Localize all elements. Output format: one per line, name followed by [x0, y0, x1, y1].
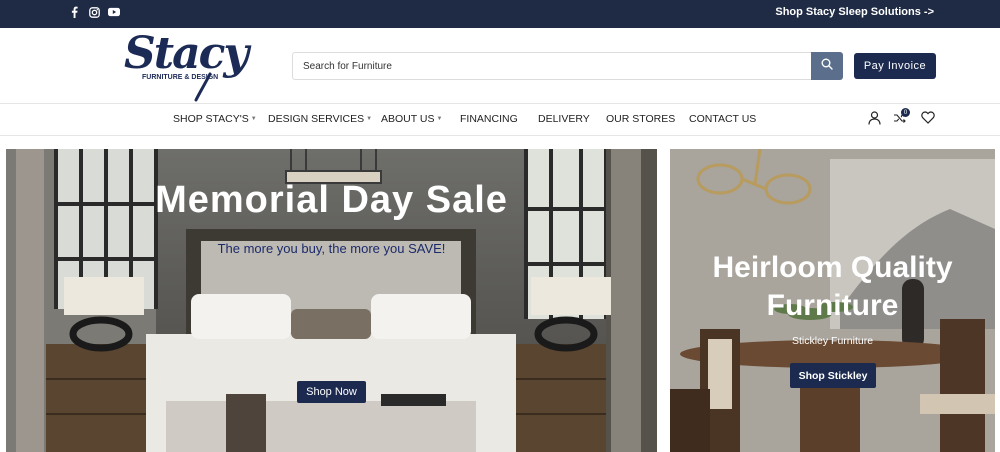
nav-item-financing[interactable]: FINANCING — [460, 113, 518, 125]
social-links — [68, 6, 120, 18]
logo[interactable]: Stacy FURNITURE & DESIGN — [120, 28, 249, 102]
logo-tagline: FURNITURE & DESIGN — [142, 74, 219, 81]
account-button[interactable] — [866, 110, 882, 130]
search-input[interactable] — [292, 52, 812, 80]
chevron-down-icon: ▼ — [250, 116, 257, 122]
hero-banner-memorial-day[interactable]: Memorial Day Sale The more you buy, the … — [6, 149, 657, 452]
hero-title: Memorial Day Sale — [155, 179, 508, 221]
nav-item-shop-stacys[interactable]: SHOP STACY'S ▼ — [173, 113, 257, 125]
hero-right-subtitle: Stickley Furniture — [791, 335, 874, 347]
pay-invoice-button[interactable]: Pay Invoice — [854, 53, 936, 79]
top-bar: Shop Stacy Sleep Solutions -> — [0, 0, 1000, 28]
nav-label: SHOP STACY'S — [173, 113, 249, 125]
main-nav: SHOP STACY'S ▼ DESIGN SERVICES ▼ ABOUT US ▼… — [0, 104, 1000, 136]
nav-label: FINANCING — [460, 113, 518, 125]
search-button[interactable] — [811, 52, 843, 80]
compare-button[interactable]: 0 — [892, 108, 910, 128]
youtube-icon[interactable] — [108, 6, 120, 18]
hero-subtitle: The more you buy, the more you SAVE! — [217, 241, 446, 256]
nav-label: DELIVERY — [538, 113, 590, 125]
user-icon — [867, 110, 881, 130]
search-bar — [292, 52, 843, 80]
shop-now-button[interactable]: Shop Now — [297, 381, 366, 403]
header: Stacy FURNITURE & DESIGN Pay Invoice — [0, 28, 1000, 104]
nav-label: OUR STORES — [606, 113, 676, 125]
nav-item-our-stores[interactable]: OUR STORES — [606, 113, 675, 125]
nav-label: ABOUT US — [381, 113, 435, 125]
hero-right-title: Heirloom Quality Furniture — [712, 251, 953, 322]
shop-stickley-button[interactable]: Shop Stickley — [790, 363, 876, 388]
chevron-down-icon: ▼ — [436, 116, 443, 122]
instagram-icon[interactable] — [88, 6, 100, 18]
nav-item-delivery[interactable]: DELIVERY — [538, 113, 590, 125]
nav-label: DESIGN SERVICES — [268, 113, 365, 125]
facebook-icon[interactable] — [68, 6, 80, 18]
hero-banner-stickley[interactable]: Heirloom Quality Furniture Stickley Furn… — [670, 149, 995, 452]
nav-item-contact-us[interactable]: CONTACT US — [689, 113, 756, 125]
compare-count-badge: 0 — [901, 108, 910, 117]
nav-item-about-us[interactable]: ABOUT US ▼ — [381, 113, 442, 125]
sleep-solutions-link[interactable]: Shop Stacy Sleep Solutions -> — [775, 6, 934, 18]
wishlist-button[interactable] — [920, 111, 936, 129]
chevron-down-icon: ▼ — [366, 116, 373, 122]
search-icon — [821, 57, 833, 75]
nav-item-design-services[interactable]: DESIGN SERVICES ▼ — [268, 113, 372, 125]
nav-label: CONTACT US — [689, 113, 757, 125]
heart-icon — [921, 111, 935, 129]
